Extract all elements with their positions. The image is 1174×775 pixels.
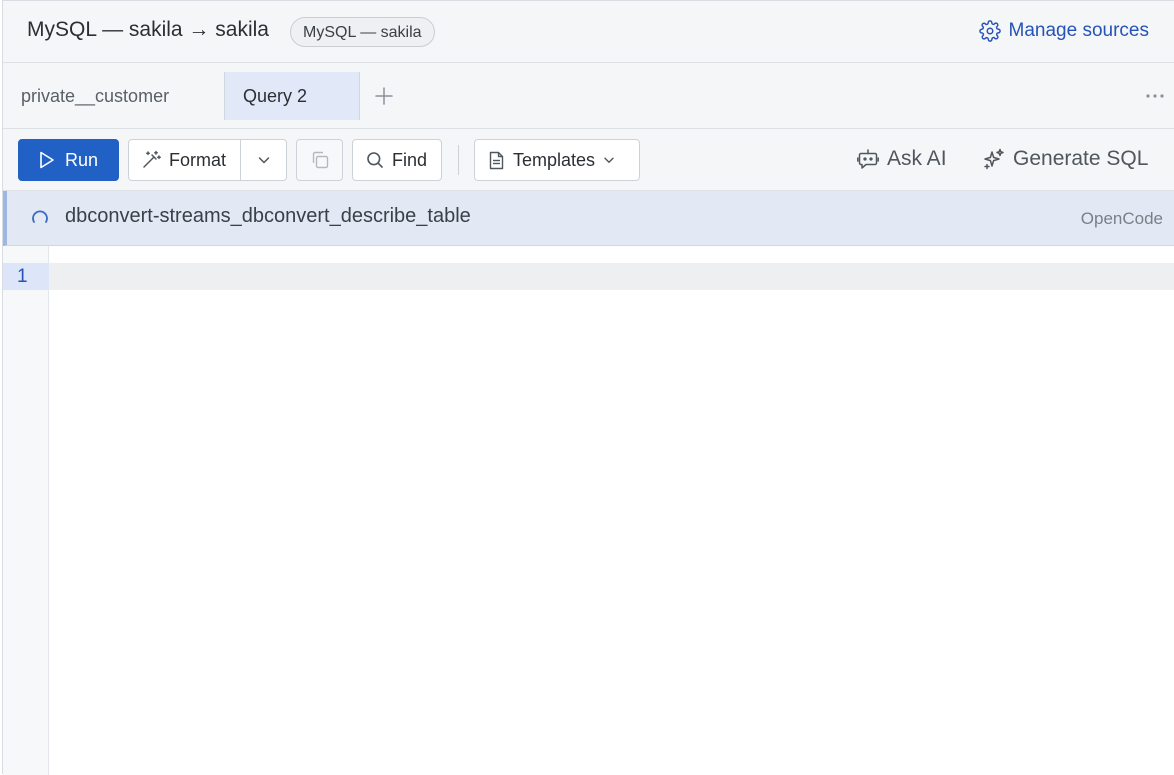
plus-icon[interactable] [373, 85, 395, 107]
gear-icon [978, 20, 1001, 42]
format-button[interactable]: Format [129, 140, 241, 180]
bot-chat-icon [857, 149, 879, 169]
search-icon [367, 152, 383, 168]
connection-pill[interactable]: MySQL — sakila [290, 17, 435, 47]
format-options-dropdown[interactable] [241, 140, 286, 180]
find-label: Find [392, 149, 428, 170]
line-number-gutter: 1 [3, 246, 49, 775]
sql-editor[interactable]: 1 [3, 246, 1174, 775]
generate-sql-label: Generate SQL [1013, 147, 1149, 170]
line-number: 1 [3, 263, 49, 290]
chevron-down-icon [258, 157, 269, 164]
format-button-group: Format [128, 139, 287, 181]
copy-button[interactable] [296, 139, 343, 181]
magic-wand-icon [143, 150, 161, 168]
ask-ai-label: Ask AI [887, 147, 947, 170]
tool-status-bar: dbconvert-streams_dbconvert_describe_tab… [3, 191, 1174, 246]
query-header: MySQL — sakila → sakila MySQL — sakila M… [3, 1, 1174, 63]
play-icon [40, 151, 54, 169]
copy-icon [312, 151, 328, 169]
app-window: MySQL — sakila → sakila MySQL — sakila M… [2, 0, 1174, 775]
generate-sql-button[interactable]: Generate SQL [983, 147, 1148, 171]
ask-ai-button[interactable]: Ask AI [857, 147, 947, 171]
editor-toolbar: Run Format Find Templates Ask AI Generat… [3, 129, 1174, 191]
connection-title: MySQL — sakila → sakila [27, 18, 269, 41]
status-source: OpenCode [1080, 209, 1163, 228]
find-button[interactable]: Find [352, 139, 442, 181]
sparkles-icon [984, 148, 1004, 170]
query-tabs: private__customer Query 2 [3, 63, 1174, 129]
manage-sources-label: Manage sources [1008, 20, 1149, 41]
chevron-down-icon [604, 157, 614, 163]
run-button[interactable]: Run [18, 139, 119, 181]
format-label: Format [169, 149, 227, 170]
document-icon [489, 151, 504, 169]
spinner-icon [32, 210, 48, 223]
tab-private-customer[interactable]: private__customer [3, 72, 223, 120]
templates-label: Templates [513, 149, 596, 170]
toolbar-divider [458, 145, 459, 175]
tab-query-2[interactable]: Query 2 [224, 72, 360, 120]
more-horizontal-icon[interactable] [1143, 85, 1167, 107]
templates-dropdown[interactable]: Templates [474, 139, 640, 181]
active-line[interactable] [49, 263, 1174, 290]
status-message: dbconvert-streams_dbconvert_describe_tab… [65, 205, 471, 227]
run-label: Run [65, 149, 99, 170]
manage-sources-button[interactable]: Manage sources [978, 20, 1149, 42]
